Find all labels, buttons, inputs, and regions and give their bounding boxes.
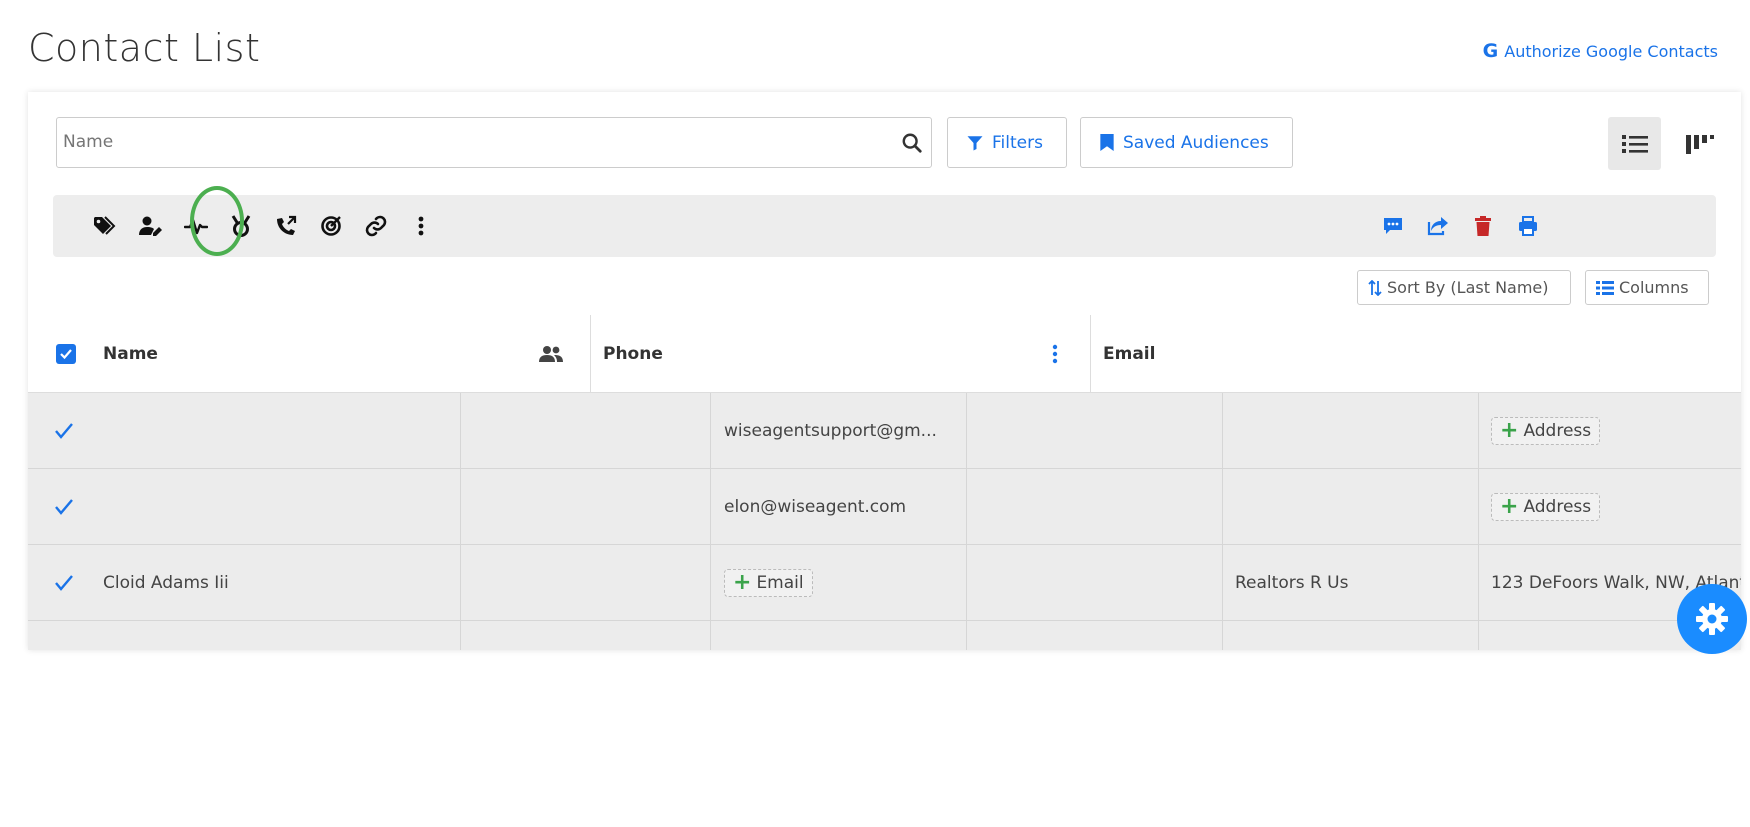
add-address-button[interactable]: + Address [1491, 393, 1741, 469]
filter-icon [967, 135, 983, 150]
contact-company: Realtors R Us [1235, 573, 1349, 593]
table-header: Name Phone Email [28, 315, 1741, 393]
more-vertical-icon[interactable] [402, 207, 440, 245]
target-icon[interactable] [312, 207, 350, 245]
share-icon[interactable] [1419, 207, 1457, 245]
google-icon: G [1482, 40, 1499, 62]
table-row[interactable]: elon@wiseagent.com + Address [28, 469, 1741, 545]
page-title: Contact List [28, 26, 261, 70]
message-icon[interactable] [1374, 207, 1412, 245]
settings-gear-button[interactable] [1677, 584, 1747, 654]
plus-icon: + [1500, 418, 1519, 443]
add-address-button[interactable]: + Address [1491, 469, 1741, 545]
column-header-name[interactable]: Name [103, 315, 158, 392]
authorize-google-contacts-label: Authorize Google Contacts [1504, 41, 1718, 61]
phone-call-icon[interactable] [267, 207, 305, 245]
contact-company [1235, 469, 1475, 545]
sort-by-label: Sort By (Last Name) [1387, 278, 1549, 297]
plus-icon: + [733, 570, 752, 595]
column-menu-icon[interactable] [1052, 315, 1058, 392]
table-row[interactable] [28, 621, 1741, 650]
contacts-panel: Filters Saved Audiences [28, 92, 1741, 650]
column-header-email[interactable]: Email [1103, 315, 1155, 392]
sort-by-button[interactable]: Sort By (Last Name) [1357, 270, 1571, 305]
contact-name[interactable]: Cloid Adams Iii [103, 545, 453, 621]
saved-audiences-label: Saved Audiences [1123, 132, 1269, 153]
print-icon[interactable] [1509, 207, 1547, 245]
table-row[interactable]: wiseagentsupport@gm... + Address [28, 393, 1741, 469]
list-icon [1621, 134, 1648, 153]
bookmark-icon [1100, 133, 1114, 152]
add-email-label: Email [756, 573, 804, 593]
board-view-toggle[interactable] [1673, 117, 1726, 170]
plus-icon: + [1500, 494, 1519, 519]
select-all-checkbox[interactable] [56, 315, 76, 392]
group-users-icon[interactable] [539, 315, 563, 392]
row-check-icon[interactable] [54, 545, 74, 621]
contact-email[interactable]: elon@wiseagent.com [724, 469, 964, 545]
row-check-icon[interactable] [54, 393, 74, 469]
authorize-google-contacts-link[interactable]: G Authorize Google Contacts [1483, 40, 1718, 62]
gear-icon [1696, 603, 1728, 635]
search-box [56, 117, 932, 168]
award-ribbon-icon[interactable] [222, 207, 260, 245]
column-header-phone[interactable]: Phone [603, 315, 663, 392]
search-input[interactable] [57, 118, 889, 166]
sort-icon [1368, 279, 1382, 296]
add-email-button[interactable]: + Email [724, 545, 964, 621]
contact-name[interactable] [103, 393, 453, 469]
search-icon[interactable] [901, 132, 923, 154]
list-view-toggle[interactable] [1608, 117, 1661, 170]
link-icon[interactable] [357, 207, 395, 245]
activity-pulse-icon[interactable] [177, 207, 215, 245]
add-address-label: Address [1523, 421, 1592, 441]
columns-icon [1596, 280, 1614, 295]
tags-icon[interactable] [87, 207, 125, 245]
columns-label: Columns [1619, 278, 1689, 297]
filters-label: Filters [992, 132, 1043, 153]
contact-company [1235, 393, 1475, 469]
table-row[interactable]: Cloid Adams Iii + Email Realtors R Us 123… [28, 545, 1741, 621]
user-pen-icon[interactable] [132, 207, 170, 245]
contact-name[interactable] [103, 469, 453, 545]
bulk-action-toolbar [53, 186, 1716, 257]
contact-email[interactable]: wiseagentsupport@gm... [724, 393, 964, 469]
add-address-label: Address [1523, 497, 1592, 517]
kanban-icon [1685, 134, 1714, 154]
row-check-icon[interactable] [54, 469, 74, 545]
trash-icon[interactable] [1464, 207, 1502, 245]
saved-audiences-button[interactable]: Saved Audiences [1080, 117, 1293, 168]
filters-button[interactable]: Filters [947, 117, 1067, 168]
columns-button[interactable]: Columns [1585, 270, 1709, 305]
